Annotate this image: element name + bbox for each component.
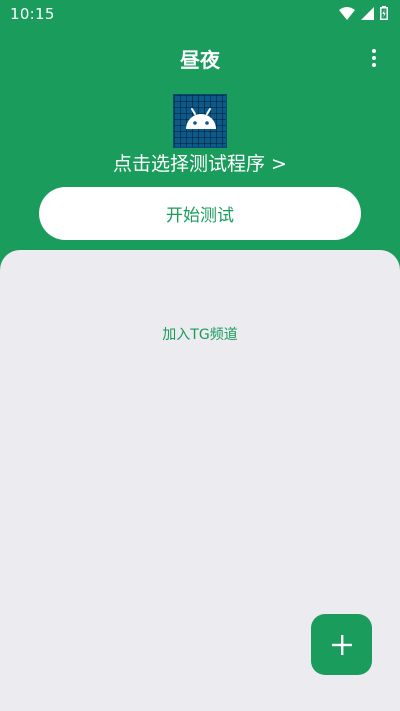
more-vert-dot [372,56,376,60]
android-icon [186,108,216,129]
plus-icon [331,634,352,655]
status-time: 10:15 [10,5,55,23]
selected-app-icon[interactable] [173,94,227,148]
cell-signal-icon [361,5,374,24]
more-vert-icon [372,49,376,53]
app-bar: 昼夜 [0,38,400,78]
screen: 10:15 昼夜 点击选择测试程序 > 开始测试 加入TG频道 [0,0,400,711]
add-button[interactable] [311,614,372,675]
join-tg-channel-link[interactable]: 加入TG频道 [0,324,400,344]
app-title: 昼夜 [180,47,220,72]
more-options-button[interactable] [362,46,386,70]
status-icons [339,5,388,24]
select-test-program-link[interactable]: 点击选择测试程序 > [0,150,400,178]
more-vert-dot [372,63,376,67]
battery-icon [380,5,388,24]
status-bar: 10:15 [0,0,400,28]
wifi-icon [339,5,355,24]
start-test-button[interactable]: 开始测试 [39,187,361,240]
